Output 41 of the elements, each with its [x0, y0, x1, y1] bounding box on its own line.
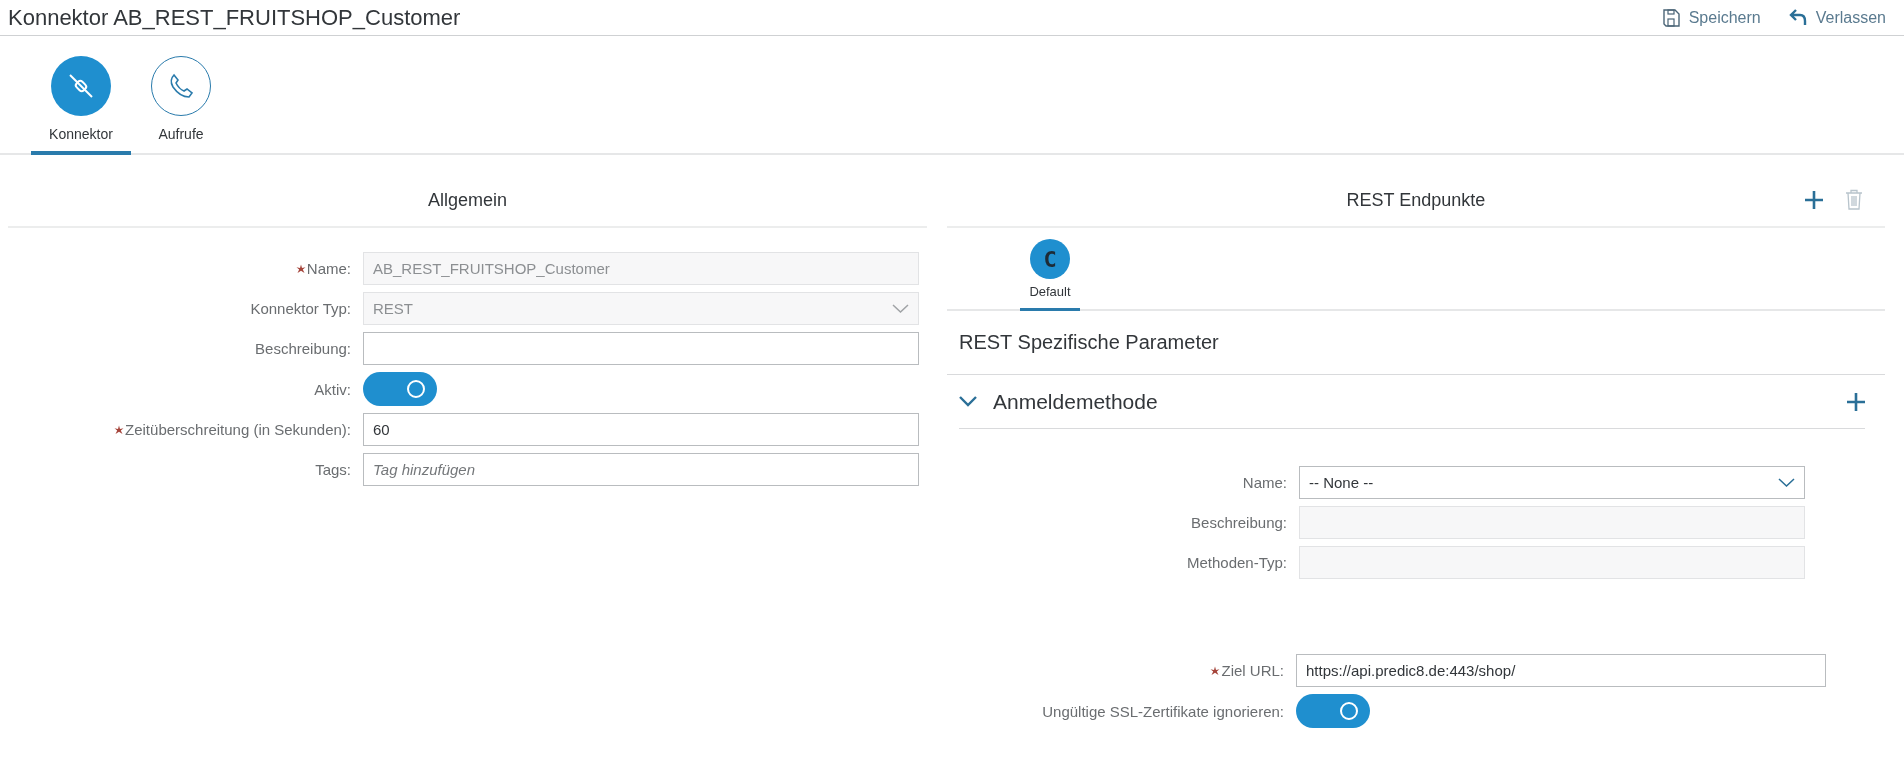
section-title: REST Spezifische Parameter — [959, 331, 1219, 354]
exit-button[interactable]: Verlassen — [1788, 8, 1886, 27]
nav-tab[interactable]: Konnektor — [31, 36, 131, 155]
field-label: Methoden-Typ: — [1186, 554, 1287, 571]
input-field[interactable] — [363, 332, 919, 365]
field-label: Zeitüberschreitung (in Sekunden): — [125, 421, 351, 438]
phone-icon — [168, 73, 194, 99]
save-icon — [1662, 8, 1680, 27]
nav-tab[interactable]: Aufrufe — [131, 36, 231, 155]
add-button[interactable] — [1805, 190, 1823, 209]
input-field[interactable]: https://api.predic8.de:443/shop/ — [1296, 654, 1826, 687]
undo-arrow-icon — [1788, 8, 1807, 27]
add-button[interactable] — [1847, 392, 1865, 411]
toggle-switch[interactable] — [1296, 694, 1370, 728]
field-label: Name: — [1242, 474, 1287, 491]
plus-icon — [1847, 392, 1865, 411]
section-title: REST Endpunkte — [1346, 190, 1486, 211]
field-label: Name: — [306, 260, 351, 277]
trash-icon — [1845, 189, 1863, 210]
plug-icon — [68, 73, 94, 99]
dropdown-field[interactable]: -- None -- — [1299, 466, 1805, 499]
field-label: Aktiv: — [314, 380, 351, 398]
field-label: Beschreibung: — [1191, 514, 1287, 531]
field-label: Tags: — [315, 461, 351, 478]
chevron-down-icon — [1778, 478, 1795, 487]
group-title: Anmeldemethode — [993, 389, 1159, 414]
field-label: Ungültige SSL-Zertifikate ignorieren: — [1042, 702, 1284, 720]
collapse-toggle[interactable] — [959, 396, 977, 407]
window-title: Konnektor AB_REST_FRUITSHOP_Customer — [8, 4, 461, 31]
input-field[interactable]: Tag hinzufügen — [363, 453, 919, 486]
chevron-down-icon — [959, 396, 977, 407]
field-label: Beschreibung: — [255, 340, 351, 357]
endpoint-tab[interactable]: C Default — [1020, 228, 1080, 311]
section-title: Allgemein — [427, 190, 507, 211]
input-field[interactable]: 60 — [363, 413, 919, 446]
toggle-switch[interactable] — [363, 372, 437, 406]
field-label: Ziel URL: — [1221, 662, 1284, 679]
save-button[interactable]: Speichern — [1662, 8, 1761, 27]
chevron-down-icon — [892, 304, 909, 313]
plus-icon — [1805, 190, 1823, 209]
field-label: Konnektor Typ: — [250, 300, 351, 317]
